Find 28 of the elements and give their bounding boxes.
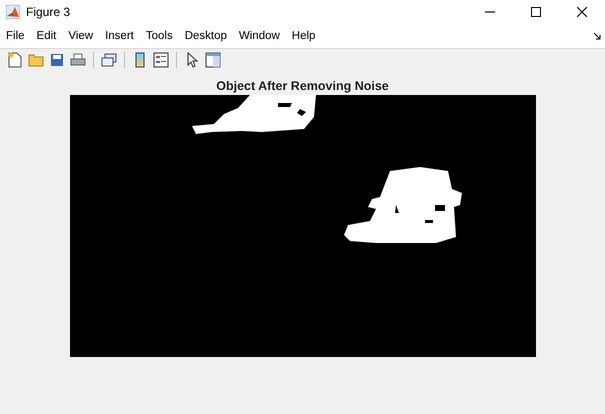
dock-arrow-icon[interactable] [594, 32, 601, 40]
window-title: Figure 3 [26, 5, 72, 19]
menu-item[interactable]: View [68, 30, 94, 42]
menu-item[interactable]: File [6, 30, 25, 42]
close-icon [577, 7, 587, 17]
maximize-icon [531, 7, 541, 17]
menu-item[interactable]: Insert [105, 30, 134, 42]
menu-item[interactable]: Help [292, 30, 316, 42]
menu-item[interactable]: Window [238, 30, 280, 42]
new-file-icon [8, 52, 22, 68]
menu-item[interactable]: Desktop [184, 30, 227, 42]
toolbar-button[interactable] [204, 51, 222, 69]
windows-icon [101, 53, 117, 67]
print-icon [70, 53, 86, 67]
menu-item[interactable]: Tools [146, 30, 173, 42]
axes-title: Object After Removing Noise [216, 79, 389, 95]
panel-icon [205, 52, 221, 68]
toolbar-button[interactable] [152, 51, 170, 69]
save-icon [50, 53, 64, 67]
toolbar-button[interactable] [48, 51, 66, 69]
pointer-icon [186, 52, 198, 68]
toolbar-button[interactable] [100, 51, 118, 69]
toolbar-button[interactable] [6, 51, 24, 69]
folder-icon [28, 53, 44, 67]
legend-icon [153, 52, 169, 68]
menu-item[interactable]: Edit [36, 30, 56, 42]
colorbar-icon [135, 52, 145, 68]
app-logo-icon [6, 5, 20, 19]
